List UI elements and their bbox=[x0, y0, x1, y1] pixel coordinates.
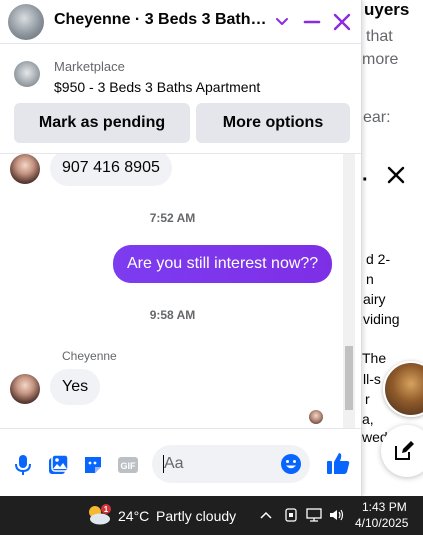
clock-time[interactable]: 1:43 PM bbox=[362, 500, 407, 514]
message-input-box[interactable] bbox=[152, 445, 310, 483]
more-options-button[interactable]: More options bbox=[196, 103, 350, 143]
partly-cloudy-icon[interactable]: 1 bbox=[86, 504, 112, 526]
seen-avatar bbox=[309, 410, 323, 424]
minimize-icon[interactable] bbox=[300, 10, 324, 34]
emoji-icon[interactable] bbox=[280, 453, 302, 475]
gif-icon[interactable]: GIF bbox=[116, 453, 140, 477]
marketplace-banner: Marketplace $950 - 3 Beds 3 Baths Apartm… bbox=[0, 44, 361, 154]
timestamp: 9:58 AM bbox=[149, 308, 196, 322]
chat-window: Cheyenne · 3 Beds 3 Baths Apartment Mark… bbox=[0, 0, 362, 496]
mark-as-pending-button[interactable]: Mark as pending bbox=[14, 103, 190, 143]
composer: GIF bbox=[0, 428, 361, 496]
new-message-button[interactable] bbox=[381, 425, 423, 477]
chat-title[interactable]: Cheyenne · 3 Beds 3 Baths Apartment bbox=[54, 11, 268, 29]
avatar[interactable] bbox=[10, 374, 40, 404]
background-text: ear: bbox=[363, 109, 391, 126]
timestamp: 7:52 AM bbox=[149, 211, 196, 225]
svg-text:GIF: GIF bbox=[121, 461, 137, 471]
background-text: a, bbox=[362, 411, 374, 427]
background-text: n bbox=[366, 271, 374, 287]
background-text: r bbox=[365, 391, 370, 407]
compose-icon bbox=[395, 441, 414, 460]
listing-thumbnail[interactable] bbox=[14, 61, 40, 87]
chevron-down-icon[interactable] bbox=[270, 10, 294, 34]
sender-name: Cheyenne bbox=[62, 349, 117, 363]
background-text: that bbox=[366, 28, 393, 45]
chat-head-avatar[interactable] bbox=[383, 361, 423, 417]
microphone-icon[interactable] bbox=[11, 453, 35, 477]
like-icon[interactable] bbox=[324, 449, 352, 477]
weather-badge: 1 bbox=[104, 505, 109, 514]
avatar[interactable] bbox=[10, 154, 40, 184]
chat-header: Cheyenne · 3 Beds 3 Baths Apartment bbox=[0, 0, 361, 44]
more-dots[interactable]: · bbox=[362, 169, 369, 192]
network-icon[interactable] bbox=[305, 506, 323, 524]
weather-description[interactable]: Partly cloudy bbox=[156, 508, 236, 524]
scrollbar[interactable] bbox=[343, 154, 355, 428]
contact-avatar[interactable] bbox=[8, 4, 44, 40]
clock-date[interactable]: 4/10/2025 bbox=[355, 516, 408, 530]
message-bubble[interactable]: Yes bbox=[50, 369, 101, 405]
photo-icon[interactable] bbox=[46, 453, 70, 477]
taskbar: 1 24°C Partly cloudy 1:43 PM 4/10/2025 bbox=[0, 496, 423, 535]
background-text: more bbox=[362, 51, 399, 68]
message-bubble[interactable]: 907 416 8905 bbox=[50, 154, 172, 186]
listing-title[interactable]: $950 - 3 Beds 3 Baths Apartment bbox=[54, 79, 260, 95]
weather-temperature[interactable]: 24°C bbox=[118, 508, 149, 524]
device-icon[interactable] bbox=[282, 506, 300, 524]
message-bubble[interactable]: Are you still interest now?? bbox=[113, 245, 333, 283]
message-list: 907 416 8905 7:52 AM Are you still inter… bbox=[0, 154, 361, 428]
close-icon[interactable] bbox=[384, 163, 408, 187]
close-chat-icon[interactable] bbox=[330, 10, 354, 34]
message-input[interactable] bbox=[164, 445, 274, 483]
sticker-icon[interactable] bbox=[81, 453, 105, 477]
screen: uyers that more ear: · d 2- n airy vidin… bbox=[0, 0, 423, 535]
scrollbar-thumb[interactable] bbox=[345, 346, 353, 410]
volume-icon[interactable] bbox=[328, 506, 346, 524]
background-text: viding bbox=[363, 311, 400, 327]
background-text: airy bbox=[363, 291, 386, 307]
background-text: The bbox=[362, 350, 387, 366]
background-heading: uyers bbox=[364, 0, 410, 19]
chevron-up-icon[interactable] bbox=[257, 506, 275, 524]
background-text: ll-s bbox=[363, 371, 381, 387]
marketplace-label: Marketplace bbox=[54, 59, 125, 74]
background-text: d 2- bbox=[366, 251, 391, 267]
